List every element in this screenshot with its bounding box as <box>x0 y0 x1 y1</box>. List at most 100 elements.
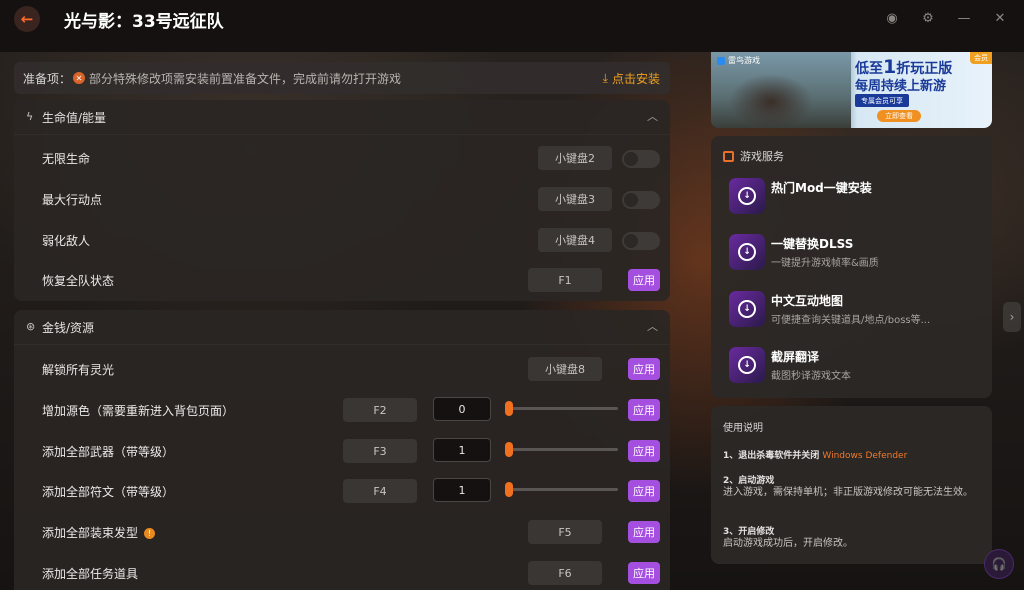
value-input[interactable]: 1 <box>433 478 491 502</box>
hotkey-button[interactable]: 小键盘4 <box>538 228 612 252</box>
lightning-icon: ϟ <box>26 110 34 123</box>
cheat-row: 添加全部符文（带等级） F4 1 应用 <box>14 476 670 506</box>
step-2: 2、启动游戏 <box>723 476 775 486</box>
section-title: 金钱/资源 <box>42 321 95 335</box>
prep-label: 准备项： <box>23 71 72 86</box>
apply-button[interactable]: 应用 <box>628 269 660 291</box>
app-title: 光与影：33号远征队 <box>64 12 224 32</box>
chevron-up-icon[interactable]: ︿ <box>647 108 658 124</box>
service-item[interactable]: ↓ 一键替换DLSS 一键提升游戏帧率&画质 <box>729 234 989 274</box>
info-icon[interactable]: ! <box>144 528 156 539</box>
install-button[interactable]: ⤓ 点击安装 <box>603 70 660 87</box>
prep-bar: 准备项： ✕ 部分特殊修改项需安装前置准备文件，完成前请勿打开游戏 ⤓ 点击安装 <box>14 62 670 94</box>
hotkey-button[interactable]: F5 <box>528 520 602 544</box>
promo-tag: 专属会员可享 <box>855 94 909 107</box>
defender-highlight: Windows Defender <box>822 451 908 461</box>
hotkey-button[interactable]: 小键盘3 <box>538 187 612 211</box>
slider-handle[interactable] <box>505 401 513 416</box>
promo-subline: 每周持续上新游 <box>855 79 947 94</box>
theme-icon[interactable]: ◉ <box>884 10 900 26</box>
slider-handle[interactable] <box>505 442 513 457</box>
value-input[interactable]: 0 <box>433 397 491 421</box>
brand-logo: 雷鸟游戏 <box>717 55 760 66</box>
hotkey-button[interactable]: F3 <box>343 439 417 463</box>
apply-button[interactable]: 应用 <box>628 562 660 584</box>
service-item[interactable]: ↓ 截屏翻译 截图秒译游戏文本 <box>729 347 989 387</box>
cheat-toggle[interactable] <box>622 150 660 168</box>
service-desc: 一键提升游戏帧率&画质 <box>771 258 879 269</box>
hotkey-button[interactable]: F6 <box>528 561 602 585</box>
slider-handle[interactable] <box>505 482 513 497</box>
apply-button[interactable]: 应用 <box>628 480 660 502</box>
step-3-desc: 启动游戏成功后，开启修改。 <box>723 538 853 549</box>
coin-icon: ⊛ <box>26 320 36 333</box>
brand-name: 雷鸟游戏 <box>728 56 760 65</box>
cheat-toggle[interactable] <box>622 191 660 209</box>
install-label: 点击安装 <box>611 72 660 86</box>
services-header: 游戏服务 <box>723 148 784 164</box>
service-item[interactable]: ↓ 热门Mod一键安装 <box>729 178 989 218</box>
cheat-toggle[interactable] <box>622 232 660 250</box>
cheat-name: 添加全部符文（带等级） <box>42 485 175 499</box>
cheat-row: 添加全部武器（带等级） F3 1 应用 <box>14 436 670 466</box>
section-health: ϟ 生命值/能量 ︿ 无限生命 小键盘2 最大行动点 小键盘3 弱化敌人 小键盘… <box>14 100 670 301</box>
settings-icon[interactable]: ⚙ <box>920 10 936 26</box>
hotkey-button[interactable]: F2 <box>343 398 417 422</box>
step-1: 1、退出杀毒软件并关闭 Windows Defender <box>723 448 907 461</box>
promo-banner[interactable]: 雷鸟游戏 会员 低至1折玩正版 每周持续上新游 专属会员可享 立即查看 <box>711 52 992 128</box>
game-services: 游戏服务 ↓ 热门Mod一键安装 ↓ 一键替换DLSS 一键提升游戏帧率&画质 … <box>711 136 992 398</box>
cheat-row: 解锁所有灵光 小键盘8 应用 <box>14 354 670 384</box>
hotkey-button[interactable]: 小键盘2 <box>538 146 612 170</box>
cheat-name: 无限生命 <box>42 152 91 166</box>
value-slider[interactable] <box>505 482 618 497</box>
value-slider[interactable] <box>505 401 618 416</box>
cheat-name: 弱化敌人 <box>42 234 91 248</box>
services-title: 游戏服务 <box>740 150 784 163</box>
cheat-name: 添加全部武器（带等级） <box>42 445 175 459</box>
service-item[interactable]: ↓ 中文互动地图 可便捷查询关键道具/地点/boss等... <box>729 291 989 331</box>
value-slider[interactable] <box>505 442 618 457</box>
step-2-desc: 进入游戏，需保持单机；非正版游戏修改可能无法生效。 <box>723 487 973 498</box>
headset-icon[interactable]: 🎧 <box>984 549 1014 579</box>
back-button[interactable]: ← <box>14 6 40 32</box>
minimize-icon[interactable]: — <box>956 10 972 26</box>
cheat-row: 添加全部任务道具 F6 应用 <box>14 558 670 588</box>
cheat-panel: 准备项： ✕ 部分特殊修改项需安装前置准备文件，完成前请勿打开游戏 ⤓ 点击安装 … <box>14 62 670 590</box>
step-3: 3、开启修改 <box>723 527 775 537</box>
brand-icon <box>717 56 725 65</box>
apply-button[interactable]: 应用 <box>628 399 660 421</box>
cheat-row: 无限生命 小键盘2 <box>14 143 670 173</box>
usage-instructions: 使用说明 1、退出杀毒软件并关闭 Windows Defender 2、启动游戏… <box>711 406 992 564</box>
cheat-name: 解锁所有灵光 <box>42 363 115 377</box>
cheat-name: 增加源色（需要重新进入背包页面） <box>42 404 235 418</box>
cheat-row: 弱化敌人 小键盘4 <box>14 225 670 255</box>
collapse-icon[interactable]: ✕ <box>992 10 1008 26</box>
service-title: 截屏翻译 <box>771 350 820 364</box>
cheat-name-text: 添加全部装束发型 <box>42 526 139 540</box>
hotkey-button[interactable]: F4 <box>343 479 417 503</box>
title-bar: ← 光与影：33号远征队 ◉ ⚙ — ✕ <box>0 0 1024 52</box>
download-icon: ⤓ <box>602 71 608 85</box>
hotkey-button[interactable]: 小键盘8 <box>528 357 602 381</box>
box-icon <box>723 150 734 162</box>
download-circle-icon: ↓ <box>729 178 765 214</box>
promo-cta-button[interactable]: 立即查看 <box>877 110 921 122</box>
apply-button[interactable]: 应用 <box>628 521 660 543</box>
service-title: 一键替换DLSS <box>771 237 854 251</box>
apply-button[interactable]: 应用 <box>628 440 660 462</box>
download-circle-icon: ↓ <box>729 291 765 327</box>
chevron-right-icon[interactable]: › <box>1003 302 1021 332</box>
cheat-row: 恢复全队状态 F1 应用 <box>14 265 670 295</box>
section-header[interactable]: ⊛ 金钱/资源 ︿ <box>14 310 670 345</box>
hotkey-button[interactable]: F1 <box>528 268 602 292</box>
value-input[interactable]: 1 <box>433 438 491 462</box>
service-desc: 截图秒译游戏文本 <box>771 371 851 382</box>
cheat-row: 最大行动点 小键盘3 <box>14 184 670 214</box>
service-title: 中文互动地图 <box>771 294 844 308</box>
section-header[interactable]: ϟ 生命值/能量 ︿ <box>14 100 670 135</box>
apply-button[interactable]: 应用 <box>628 358 660 380</box>
cheat-name: 恢复全队状态 <box>42 274 115 288</box>
cheat-name: 最大行动点 <box>42 193 103 207</box>
chevron-up-icon[interactable]: ︿ <box>647 318 658 334</box>
download-circle-icon: ↓ <box>729 234 765 270</box>
